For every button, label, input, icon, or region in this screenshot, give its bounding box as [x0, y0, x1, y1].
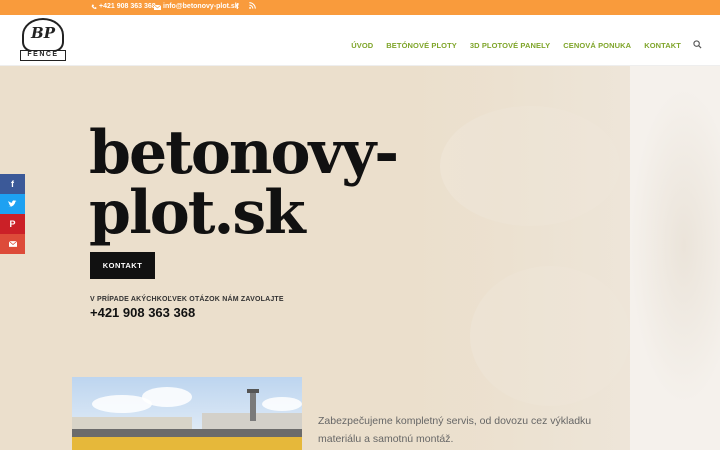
hero-fade: [410, 66, 630, 450]
nav-item-kontakt[interactable]: KONTAKT: [644, 41, 681, 50]
photo-chimney: [250, 391, 256, 421]
share-email-icon[interactable]: [0, 234, 25, 254]
nav-item-betonove-ploty[interactable]: BETÓNOVÉ PLOTY: [386, 41, 457, 50]
photo-chimney-cap: [247, 389, 259, 393]
topbar-email[interactable]: info@betonovy-plot.sk: [154, 2, 239, 12]
phone-icon: [91, 4, 97, 10]
search-icon[interactable]: [693, 36, 702, 54]
topbar-phone[interactable]: +421 908 363 368: [91, 2, 156, 12]
share-twitter-icon[interactable]: [0, 194, 25, 214]
facebook-icon[interactable]: f: [236, 2, 239, 12]
hero-title: betonovy- plot.sk: [89, 118, 399, 248]
main-nav: ÚVOD BETÓNOVÉ PLOTY 3D PLOTOVÉ PANELY CE…: [338, 36, 702, 54]
social-share-bar: f P: [0, 174, 25, 254]
email-icon: [154, 4, 161, 10]
hero-title-line-1: betonovy-: [89, 118, 399, 188]
share-pinterest-icon[interactable]: P: [0, 214, 25, 234]
hero-title-line-2: plot.sk: [89, 178, 306, 248]
logo-monogram: BP: [31, 24, 55, 42]
topbar-phone-text: +421 908 363 368: [99, 3, 156, 10]
nav-item-3d-plotove-panely[interactable]: 3D PLOTOVÉ PANELY: [470, 41, 550, 50]
service-text: Zabezpečujeme kompletný servis, od dovoz…: [318, 415, 592, 445]
rss-icon[interactable]: [249, 2, 256, 9]
fence-photo: [72, 377, 302, 450]
topbar-email-text: info@betonovy-plot.sk: [163, 3, 239, 10]
site-logo[interactable]: BP FENCE: [19, 18, 67, 63]
photo-cloud: [142, 387, 192, 407]
hero-side-strip: [630, 66, 720, 450]
call-phone[interactable]: +421 908 363 368: [90, 305, 195, 320]
site-header: BP FENCE ÚVOD BETÓNOVÉ PLOTY 3D PLOTOVÉ …: [0, 15, 720, 66]
nav-item-cenova-ponuka[interactable]: CENOVÁ PONUKA: [563, 41, 631, 50]
photo-stripe: [72, 437, 302, 450]
logo-word: FENCE: [20, 50, 66, 61]
nav-item-uvod[interactable]: ÚVOD: [351, 41, 373, 50]
contact-button[interactable]: KONTAKT: [90, 252, 155, 279]
share-facebook-icon[interactable]: f: [0, 174, 25, 194]
call-note: V PRÍPADE AKÝCHKOĽVEK OTÁZOK NÁM ZAVOLAJ…: [90, 296, 284, 303]
hero-side-shade: [630, 86, 720, 406]
photo-cloud: [262, 397, 302, 411]
top-bar: +421 908 363 368 info@betonovy-plot.sk f: [0, 0, 720, 15]
